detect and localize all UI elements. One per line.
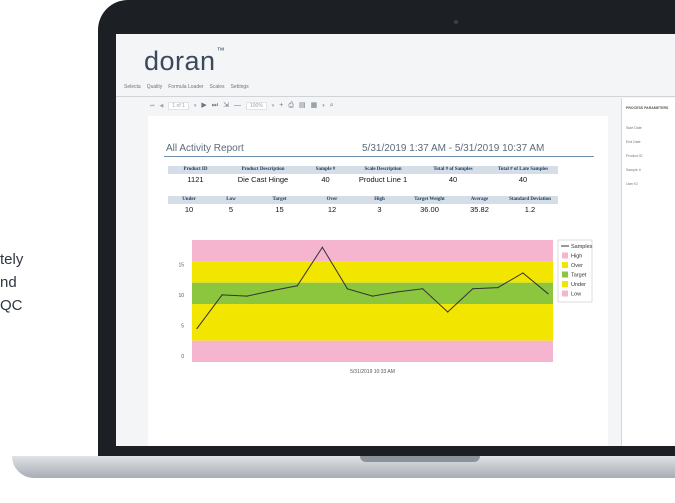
sample-number-field[interactable]: Sample # [626, 168, 641, 172]
app-screen: doran™ Selecta Quality Formula Loader Sc… [116, 34, 675, 446]
data-point [196, 327, 198, 330]
search-icon[interactable]: ⌕ [330, 102, 334, 110]
data-point [422, 288, 424, 290]
first-page-icon[interactable]: ⏮ [150, 102, 155, 110]
logo-trademark: ™ [216, 46, 226, 55]
save-dropdown-icon[interactable]: ▾ [322, 102, 325, 110]
data-point [346, 288, 349, 290]
data-point [396, 291, 399, 293]
legend-label: Target [571, 273, 587, 279]
band-low [192, 340, 553, 362]
print-icon[interactable]: ⎙ [288, 102, 294, 110]
laptop-base [12, 456, 675, 478]
data-point [497, 286, 499, 289]
save-icon[interactable]: ▦ [311, 102, 318, 110]
legend-swatch [562, 252, 568, 259]
legend-swatch [562, 271, 568, 278]
export-icon[interactable]: ⇲ [223, 102, 229, 110]
camera-dot [454, 20, 458, 24]
data-point [547, 293, 549, 295]
y-tick-label: 10 [178, 293, 184, 299]
data-point [522, 272, 524, 274]
user-id-field[interactable]: User ID [626, 182, 638, 186]
band-over [192, 261, 553, 283]
menu-item-selecta[interactable]: Selecta [124, 84, 141, 94]
menu-item-settings[interactable]: Settings [231, 84, 249, 94]
legend-label: Under [571, 282, 586, 288]
legend-swatch [562, 290, 568, 297]
report-page: All Activity Report 5/31/2019 1:37 AM - … [148, 116, 608, 446]
legend-swatch [562, 281, 568, 287]
zoom-field[interactable]: 100% [245, 102, 267, 110]
band-under [192, 304, 553, 341]
data-point [271, 290, 273, 292]
menu-item-formula-loader[interactable]: Formula Loader [168, 84, 203, 94]
parameters-panel: PROCESS PARAMETERS Start Date End Date P… [621, 98, 675, 446]
next-page-icon[interactable]: ▶ [201, 102, 206, 110]
data-point [321, 246, 323, 248]
zoom-out-icon[interactable]: — [234, 102, 241, 110]
band-target [192, 282, 553, 305]
y-tick-label: 15 [178, 262, 184, 268]
app-logo: doran™ [144, 46, 225, 77]
data-point [296, 285, 298, 287]
data-point [472, 288, 474, 290]
start-date-field[interactable]: Start Date [626, 126, 642, 130]
band-high [192, 240, 553, 262]
samples-control-chart: 0 5 10 15 5/31/2019 10:33 AM Samples High Over T… [178, 239, 593, 375]
legend-label: High [571, 254, 582, 260]
data-point [246, 295, 248, 297]
menu-item-quality[interactable]: Quality [147, 84, 163, 94]
product-id-field[interactable]: Product ID [626, 154, 643, 158]
y-tick-label: 5 [181, 323, 184, 329]
data-point [371, 295, 374, 297]
x-axis-label: 5/31/2019 10:33 AM [350, 369, 395, 375]
legend-label: Samples [571, 244, 593, 250]
menu-item-scales[interactable]: Scales [210, 84, 225, 94]
page-field[interactable]: 1 of 1 [168, 102, 189, 110]
zoom-dropdown-icon[interactable]: ▾ [272, 102, 275, 110]
legend-label: Over [571, 263, 583, 269]
dropdown-icon[interactable]: ▾ [194, 102, 197, 110]
y-tick-label: 0 [181, 354, 184, 360]
laptop-notch [360, 456, 480, 462]
last-page-icon[interactable]: ⏭ [212, 102, 218, 110]
panel-title: PROCESS PARAMETERS [626, 106, 669, 110]
prev-page-icon[interactable]: ◀ [160, 102, 164, 110]
main-menu: Selecta Quality Formula Loader Scales Se… [124, 84, 675, 94]
menu-divider [116, 96, 675, 97]
data-point [447, 311, 449, 313]
legend-swatch [562, 262, 568, 268]
end-date-field[interactable]: End Date [626, 140, 641, 144]
legend-label: Low [571, 292, 581, 298]
report-toolbar: ⏮ ◀ 1 of 1 ▾ ▶ ⏭ ⇲ — 100% ▾ + ⎙ ▤ ▦ ▾ ⌕ [150, 101, 334, 111]
data-point [221, 294, 223, 296]
logo-text: doran [144, 46, 216, 76]
print-layout-icon[interactable]: ▤ [299, 102, 306, 110]
zoom-in-icon[interactable]: + [279, 102, 283, 110]
